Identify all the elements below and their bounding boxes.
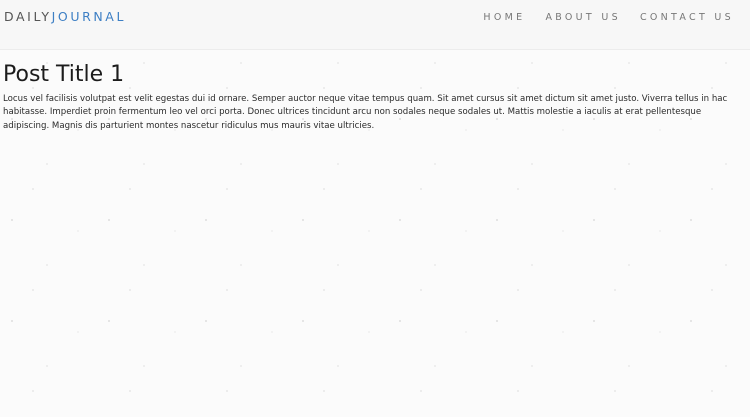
nav-link-home[interactable]: HOME bbox=[483, 12, 525, 24]
post-title: Post Title 1 bbox=[3, 62, 125, 87]
brand-daily: DAILY bbox=[4, 9, 52, 24]
post-body: Locus vel facilisis volutpat est velit e… bbox=[3, 94, 728, 131]
nav-link-contact-us[interactable]: CONTACT US bbox=[640, 12, 734, 24]
site-logo-link[interactable]: DAILYJOURNAL bbox=[4, 9, 126, 25]
navbar: DAILYJOURNAL HOME ABOUT US CONTACT US bbox=[0, 0, 750, 50]
nav-link-about-us[interactable]: ABOUT US bbox=[545, 12, 621, 24]
post: Post Title 1 Locus vel facilisis volutpa… bbox=[3, 61, 741, 133]
nav-links: HOME ABOUT US CONTACT US bbox=[483, 12, 734, 24]
brand-journal: JOURNAL bbox=[51, 9, 127, 24]
